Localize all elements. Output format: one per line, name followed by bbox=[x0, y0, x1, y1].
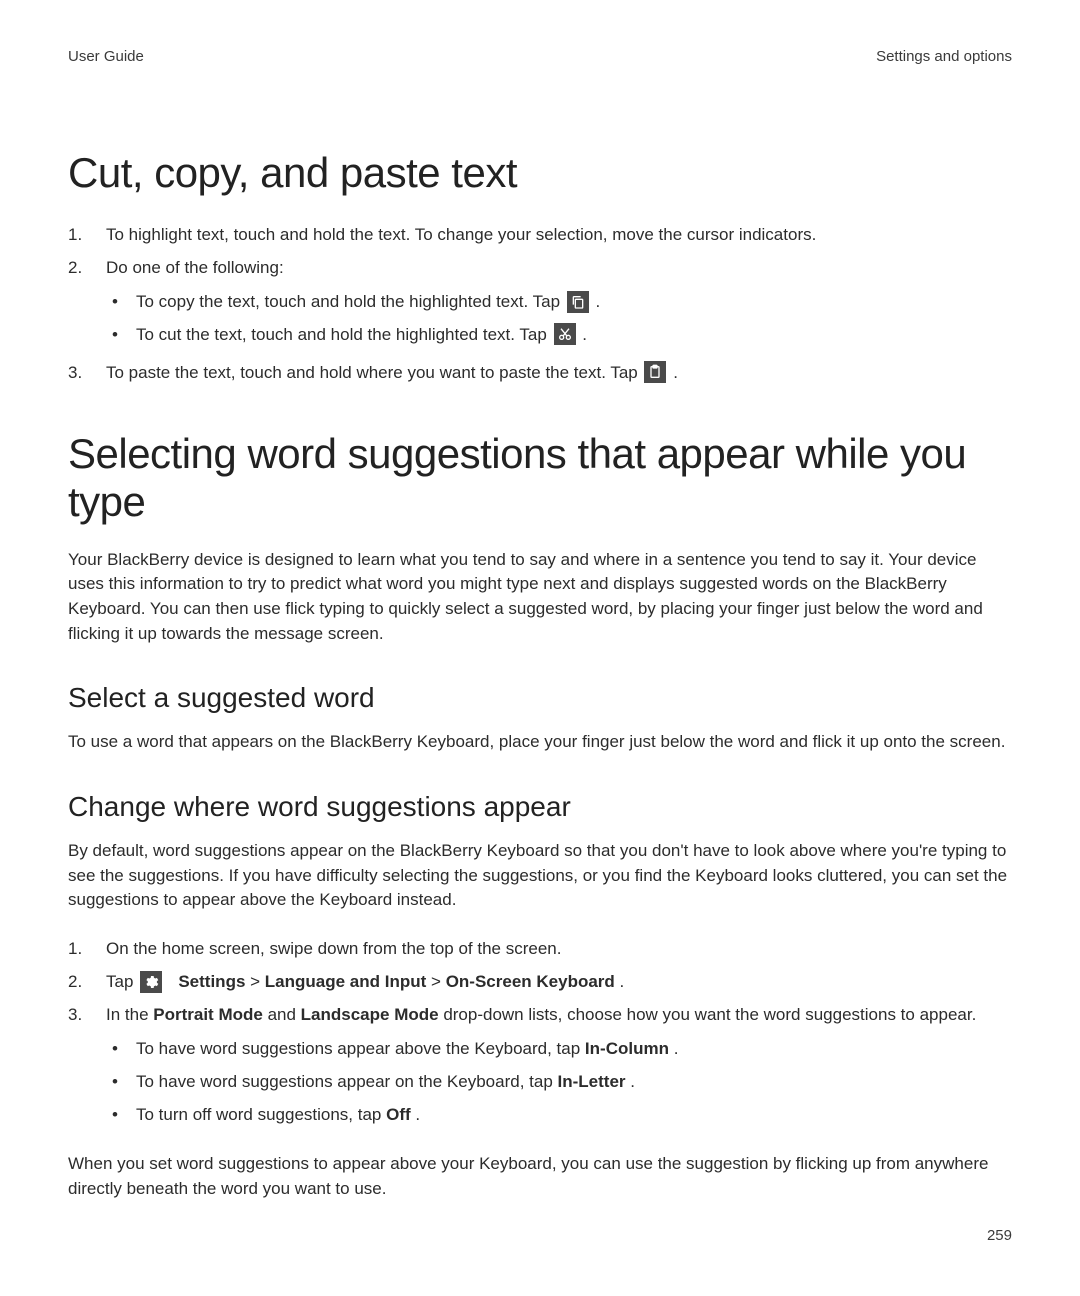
bullet-text: To cut the text, touch and hold the high… bbox=[136, 320, 1012, 351]
appearance-options: • To have word suggestions appear above … bbox=[106, 1034, 1012, 1130]
bullet-text: To turn off word suggestions, tap Off . bbox=[136, 1100, 1012, 1131]
list-item: • To turn off word suggestions, tap Off … bbox=[106, 1100, 1012, 1131]
step-text-inner: Do one of the following: bbox=[106, 258, 284, 277]
bullet-text: To have word suggestions appear above th… bbox=[136, 1034, 1012, 1065]
header-right: Settings and options bbox=[876, 48, 1012, 65]
list-item: 1. On the home screen, swipe down from t… bbox=[68, 935, 1012, 962]
list-item: 1. To highlight text, touch and hold the… bbox=[68, 221, 1012, 248]
step-text: On the home screen, swipe down from the … bbox=[106, 935, 1012, 962]
bullet-dot: • bbox=[106, 320, 136, 351]
change-location-steps: 1. On the home screen, swipe down from t… bbox=[68, 935, 1012, 1132]
change-location-body: By default, word suggestions appear on t… bbox=[68, 839, 1012, 913]
subheading-change-location: Change where word suggestions appear bbox=[68, 791, 1012, 823]
page-number: 259 bbox=[987, 1227, 1012, 1244]
step-text: To paste the text, touch and hold where … bbox=[106, 359, 1012, 386]
list-item: 3. To paste the text, touch and hold whe… bbox=[68, 359, 1012, 386]
cut-icon bbox=[554, 323, 576, 345]
list-item: 3. In the Portrait Mode and Landscape Mo… bbox=[68, 1001, 1012, 1132]
section-title-cut-copy-paste: Cut, copy, and paste text bbox=[68, 149, 1012, 197]
list-item: • To copy the text, touch and hold the h… bbox=[106, 287, 1012, 318]
word-suggestions-intro: Your BlackBerry device is designed to le… bbox=[68, 548, 1012, 647]
change-location-outro: When you set word suggestions to appear … bbox=[68, 1152, 1012, 1201]
bullet-dot: • bbox=[106, 1067, 136, 1098]
bullet-dot: • bbox=[106, 1034, 136, 1065]
settings-icon bbox=[140, 971, 162, 993]
select-suggested-body: To use a word that appears on the BlackB… bbox=[68, 730, 1012, 755]
section-title-word-suggestions: Selecting word suggestions that appear w… bbox=[68, 430, 1012, 526]
subheading-select-suggested: Select a suggested word bbox=[68, 682, 1012, 714]
step-text: Tap Settings > Language and Input > On-S… bbox=[106, 968, 1012, 995]
step-number: 1. bbox=[68, 221, 106, 248]
bullet-text: To have word suggestions appear on the K… bbox=[136, 1067, 1012, 1098]
step-text: To highlight text, touch and hold the te… bbox=[106, 221, 1012, 248]
bullet-dot: • bbox=[106, 1100, 136, 1131]
bullet-dot: • bbox=[106, 287, 136, 318]
list-item: 2. Do one of the following: • To copy th… bbox=[68, 254, 1012, 352]
cut-copy-steps: 1. To highlight text, touch and hold the… bbox=[68, 221, 1012, 386]
paste-icon bbox=[644, 361, 666, 383]
page-header: User Guide Settings and options bbox=[68, 48, 1012, 65]
step-text: In the Portrait Mode and Landscape Mode … bbox=[106, 1001, 1012, 1132]
copy-icon bbox=[567, 291, 589, 313]
bullet-text: To copy the text, touch and hold the hig… bbox=[136, 287, 1012, 318]
header-left: User Guide bbox=[68, 48, 144, 65]
step-number: 1. bbox=[68, 935, 106, 962]
step-number: 2. bbox=[68, 968, 106, 995]
step-number: 2. bbox=[68, 254, 106, 281]
list-item: • To cut the text, touch and hold the hi… bbox=[106, 320, 1012, 351]
step-text: Do one of the following: • To copy the t… bbox=[106, 254, 1012, 352]
list-item: • To have word suggestions appear on the… bbox=[106, 1067, 1012, 1098]
list-item: • To have word suggestions appear above … bbox=[106, 1034, 1012, 1065]
step-number: 3. bbox=[68, 1001, 106, 1028]
step-number: 3. bbox=[68, 359, 106, 386]
list-item: 2. Tap Settings > Language and Input > O… bbox=[68, 968, 1012, 995]
sub-bullets: • To copy the text, touch and hold the h… bbox=[106, 287, 1012, 350]
